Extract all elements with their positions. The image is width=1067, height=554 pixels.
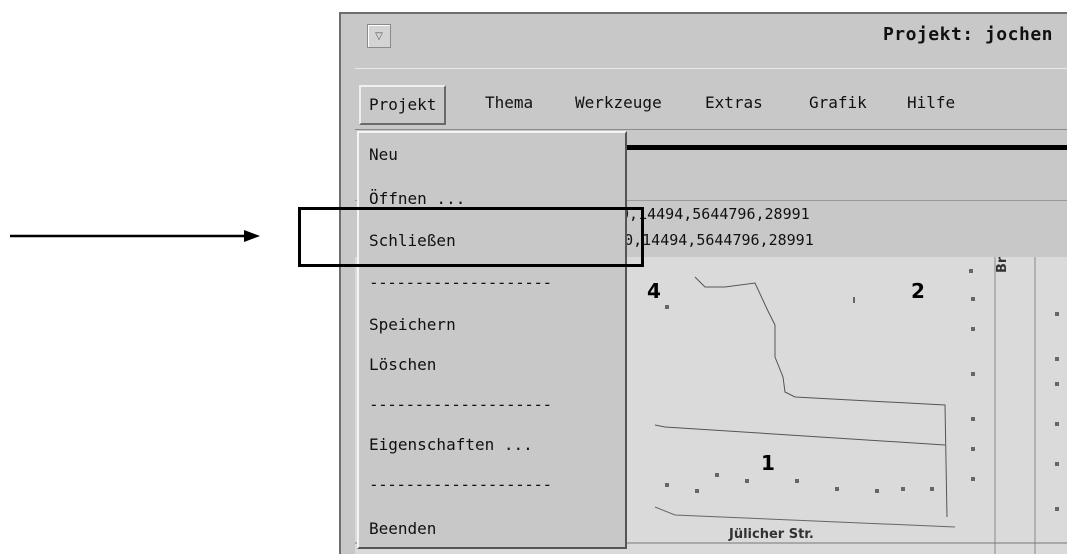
triangle-down-icon: ▽ [375, 30, 383, 42]
menu-item-beenden[interactable]: Beenden [369, 519, 436, 538]
menu-grafik[interactable]: Grafik [801, 85, 875, 121]
projekt-dropdown-menu: Neu Öffnen ... Schließen ---------------… [357, 131, 627, 549]
menu-hilfe[interactable]: Hilfe [899, 85, 963, 121]
highlight-box [298, 207, 644, 267]
title-bar: ▽ Projekt: jochen [341, 14, 1067, 62]
menu-projekt[interactable]: Projekt [359, 85, 447, 125]
menu-item-oeffnen[interactable]: Öffnen ... [369, 189, 465, 208]
menu-item-eigenschaften[interactable]: Eigenschaften ... [369, 435, 533, 454]
parcel-number-2: 2 [911, 279, 925, 303]
menu-item-neu[interactable]: Neu [369, 145, 398, 164]
menu-thema[interactable]: Thema [477, 85, 541, 121]
street-label-right: Br [995, 257, 1010, 273]
divider-line [627, 145, 1067, 150]
menu-werkzeuge[interactable]: Werkzeuge [567, 85, 670, 121]
window-menu-button[interactable]: ▽ [367, 24, 391, 48]
menu-extras[interactable]: Extras [697, 85, 771, 121]
annotation-arrow [10, 230, 260, 242]
menu-item-loeschen[interactable]: Löschen [369, 355, 436, 374]
menu-separator: -------------------- [369, 273, 552, 292]
menubar: Projekt Thema Werkzeuge Extras Grafik Hi… [355, 68, 1067, 130]
parcel-number-1: 1 [761, 451, 775, 475]
parcel-number-4: 4 [647, 279, 661, 303]
menu-item-speichern[interactable]: Speichern [369, 315, 456, 334]
window-title: Projekt: jochen [882, 24, 1053, 45]
menu-separator: -------------------- [369, 475, 552, 494]
street-label-juelicher: Jülicher Str. [729, 527, 814, 542]
menu-separator: -------------------- [369, 395, 552, 414]
